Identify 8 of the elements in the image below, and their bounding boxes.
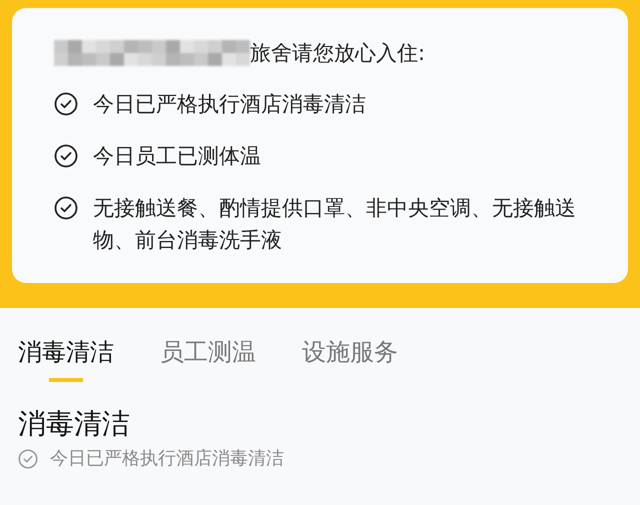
- tab[interactable]: 设施服务: [302, 328, 398, 382]
- check-item-text: 无接触送餐、酌情提供口罩、非中央空调、无接触送物、前台消毒洗手液: [93, 195, 577, 254]
- check-item-text: 今日已严格执行酒店消毒清洁: [93, 91, 367, 118]
- section-title: 消毒清洁: [18, 406, 131, 442]
- tab[interactable]: 员工测温: [160, 328, 256, 382]
- notice-heading: 旅舍请您放心入住:: [250, 40, 426, 67]
- check-item-text: 今日已严格执行酒店消毒清洁: [50, 447, 285, 471]
- check-item-text: 今日员工已测体温: [93, 143, 262, 170]
